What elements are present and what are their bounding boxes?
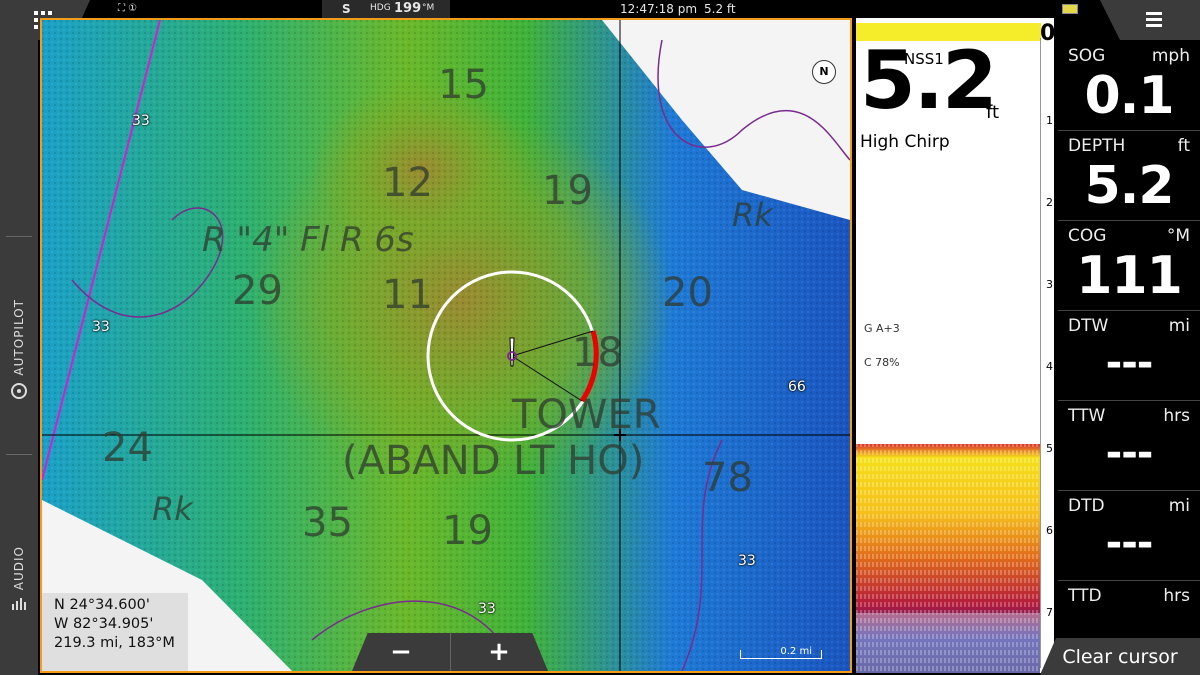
cog-unit: °M — [1166, 226, 1190, 246]
gain-gauge[interactable]: G A+3 — [864, 322, 900, 335]
sounding-small: 33 — [92, 319, 110, 335]
sonar-source: NSS1 — [904, 50, 944, 68]
scale-tick: 5 — [1046, 442, 1053, 455]
cog-label: COG — [1068, 226, 1107, 246]
sounding-label: 35 — [302, 500, 353, 546]
scale-tick: 4 — [1046, 360, 1053, 373]
clear-cursor-button[interactable]: Clear cursor — [1040, 638, 1200, 675]
heading-readout[interactable]: S HDG 199 °M — [322, 0, 450, 18]
landmark-label: TOWER — [512, 392, 661, 438]
ttd-unit: hrs — [1163, 586, 1190, 606]
zoom-out-button[interactable]: − — [352, 633, 451, 671]
dtw-label: DTW — [1068, 316, 1109, 336]
status-icons: ⛶ ① — [118, 3, 138, 14]
heading-mode: S — [342, 2, 351, 16]
scale-tick: 3 — [1046, 278, 1053, 291]
ttw-panel[interactable]: TTW hrs --- — [1058, 400, 1200, 491]
ttd-panel[interactable]: TTD hrs — [1058, 580, 1200, 635]
sounding-label: 24 — [102, 425, 153, 471]
sidebar: AUTOPILOT AUDIO — [0, 40, 38, 675]
sounding-small: 33 — [738, 553, 756, 569]
sonar-panel[interactable]: 0 5.2 NSS1 ft High Chirp G A+3 C 78% 1 2… — [856, 18, 1054, 673]
scale-tick: 1 — [1046, 114, 1053, 127]
battery-icon — [1062, 4, 1078, 14]
dtw-panel[interactable]: DTW mi --- — [1058, 310, 1200, 401]
depth-label: DEPTH — [1068, 136, 1126, 156]
sonar-frequency[interactable]: High Chirp — [860, 132, 950, 152]
contrast-gauge[interactable]: C 78% — [864, 356, 900, 369]
sounding-label: 29 — [232, 268, 283, 314]
autopilot-label: AUTOPILOT — [12, 299, 26, 376]
range-bearing: 219.3 mi, 183°M — [54, 635, 175, 651]
depth-value: 5.2 — [1084, 156, 1174, 216]
scale-tick: 7 — [1046, 606, 1053, 619]
data-bar: SOG mph 0.1 DEPTH ft 5.2 COG °M 111 DTW … — [1058, 40, 1200, 635]
autopilot-button[interactable]: AUTOPILOT — [0, 290, 38, 400]
sog-value: 0.1 — [1084, 66, 1174, 126]
heading-value: 199 — [394, 1, 422, 16]
sounding-label: 19 — [442, 508, 493, 554]
heading-unit: °M — [422, 3, 435, 13]
dtd-value: --- — [1105, 520, 1154, 566]
sounding-label: 78 — [702, 455, 753, 501]
longitude: W 82°34.905' — [54, 616, 154, 632]
ttw-value: --- — [1105, 430, 1154, 476]
audio-label: AUDIO — [12, 545, 26, 590]
equalizer-icon — [12, 598, 26, 610]
cursor-position-box: N 24°34.600' W 82°34.905' 219.3 mi, 183°… — [42, 593, 188, 671]
depth-scale: 1 2 3 4 5 6 7 — [1040, 38, 1054, 668]
divider — [6, 236, 32, 237]
sonar-noise — [856, 613, 1040, 673]
dtw-value: --- — [1105, 340, 1154, 386]
cog-panel[interactable]: COG °M 111 — [1058, 220, 1200, 311]
scale-tick: 6 — [1046, 524, 1053, 537]
sounding-label: 19 — [542, 168, 593, 214]
depth-status: 5.2 ft — [704, 2, 736, 16]
steering-wheel-icon — [11, 383, 27, 399]
sounding-label: 11 — [382, 272, 433, 318]
hamburger-icon — [1146, 12, 1162, 27]
depth-unit: ft — [1177, 136, 1190, 156]
cog-value: 111 — [1076, 246, 1183, 306]
scale-tick: 2 — [1046, 196, 1053, 209]
chart-panel[interactable]: 15 12 19 11 29 20 18 24 35 19 78 R "4" F… — [40, 18, 852, 673]
heading-label: HDG — [370, 3, 391, 13]
zoom-controls: − + — [352, 633, 548, 671]
sounding-label: 12 — [382, 160, 433, 206]
sog-label: SOG — [1068, 46, 1106, 66]
rock-label: Rk — [732, 196, 773, 234]
sounding-small: 66 — [788, 379, 806, 395]
sog-panel[interactable]: SOG mph 0.1 — [1058, 40, 1200, 131]
rock-label: Rk — [152, 490, 193, 528]
audio-button[interactable]: AUDIO — [0, 530, 38, 610]
clock: 12:47:18 pm — [620, 2, 698, 16]
ttw-label: TTW — [1068, 406, 1106, 426]
sounding-small: 33 — [478, 601, 496, 617]
divider — [6, 454, 32, 455]
scale-label: 0.2 mi — [780, 646, 812, 657]
sounding-label: 15 — [438, 62, 489, 108]
dtd-unit: mi — [1168, 496, 1190, 516]
ttd-label: TTD — [1068, 586, 1102, 606]
dtw-unit: mi — [1168, 316, 1190, 336]
bathymetry-map[interactable] — [42, 20, 850, 671]
north-indicator[interactable]: N — [812, 60, 836, 84]
latitude: N 24°34.600' — [54, 597, 150, 613]
depth-panel[interactable]: DEPTH ft 5.2 — [1058, 130, 1200, 221]
ttw-unit: hrs — [1163, 406, 1190, 426]
zoom-in-button[interactable]: + — [450, 633, 548, 671]
sounding-label: 20 — [662, 270, 713, 316]
menu-button[interactable] — [1100, 0, 1200, 40]
dtd-label: DTD — [1068, 496, 1105, 516]
sounding-small: 33 — [132, 113, 150, 129]
dtd-panel[interactable]: DTD mi --- — [1058, 490, 1200, 581]
buoy-label: R "4" Fl R 6s — [202, 220, 414, 260]
landmark-label: (ABAND LT HO) — [342, 438, 645, 484]
sounding-label: 18 — [572, 330, 623, 376]
sog-unit: mph — [1151, 46, 1190, 66]
sonar-depth-unit: ft — [986, 102, 1000, 123]
status-bar: ⛶ ① S HDG 199 °M 12:47:18 pm 5.2 ft — [0, 0, 1200, 18]
